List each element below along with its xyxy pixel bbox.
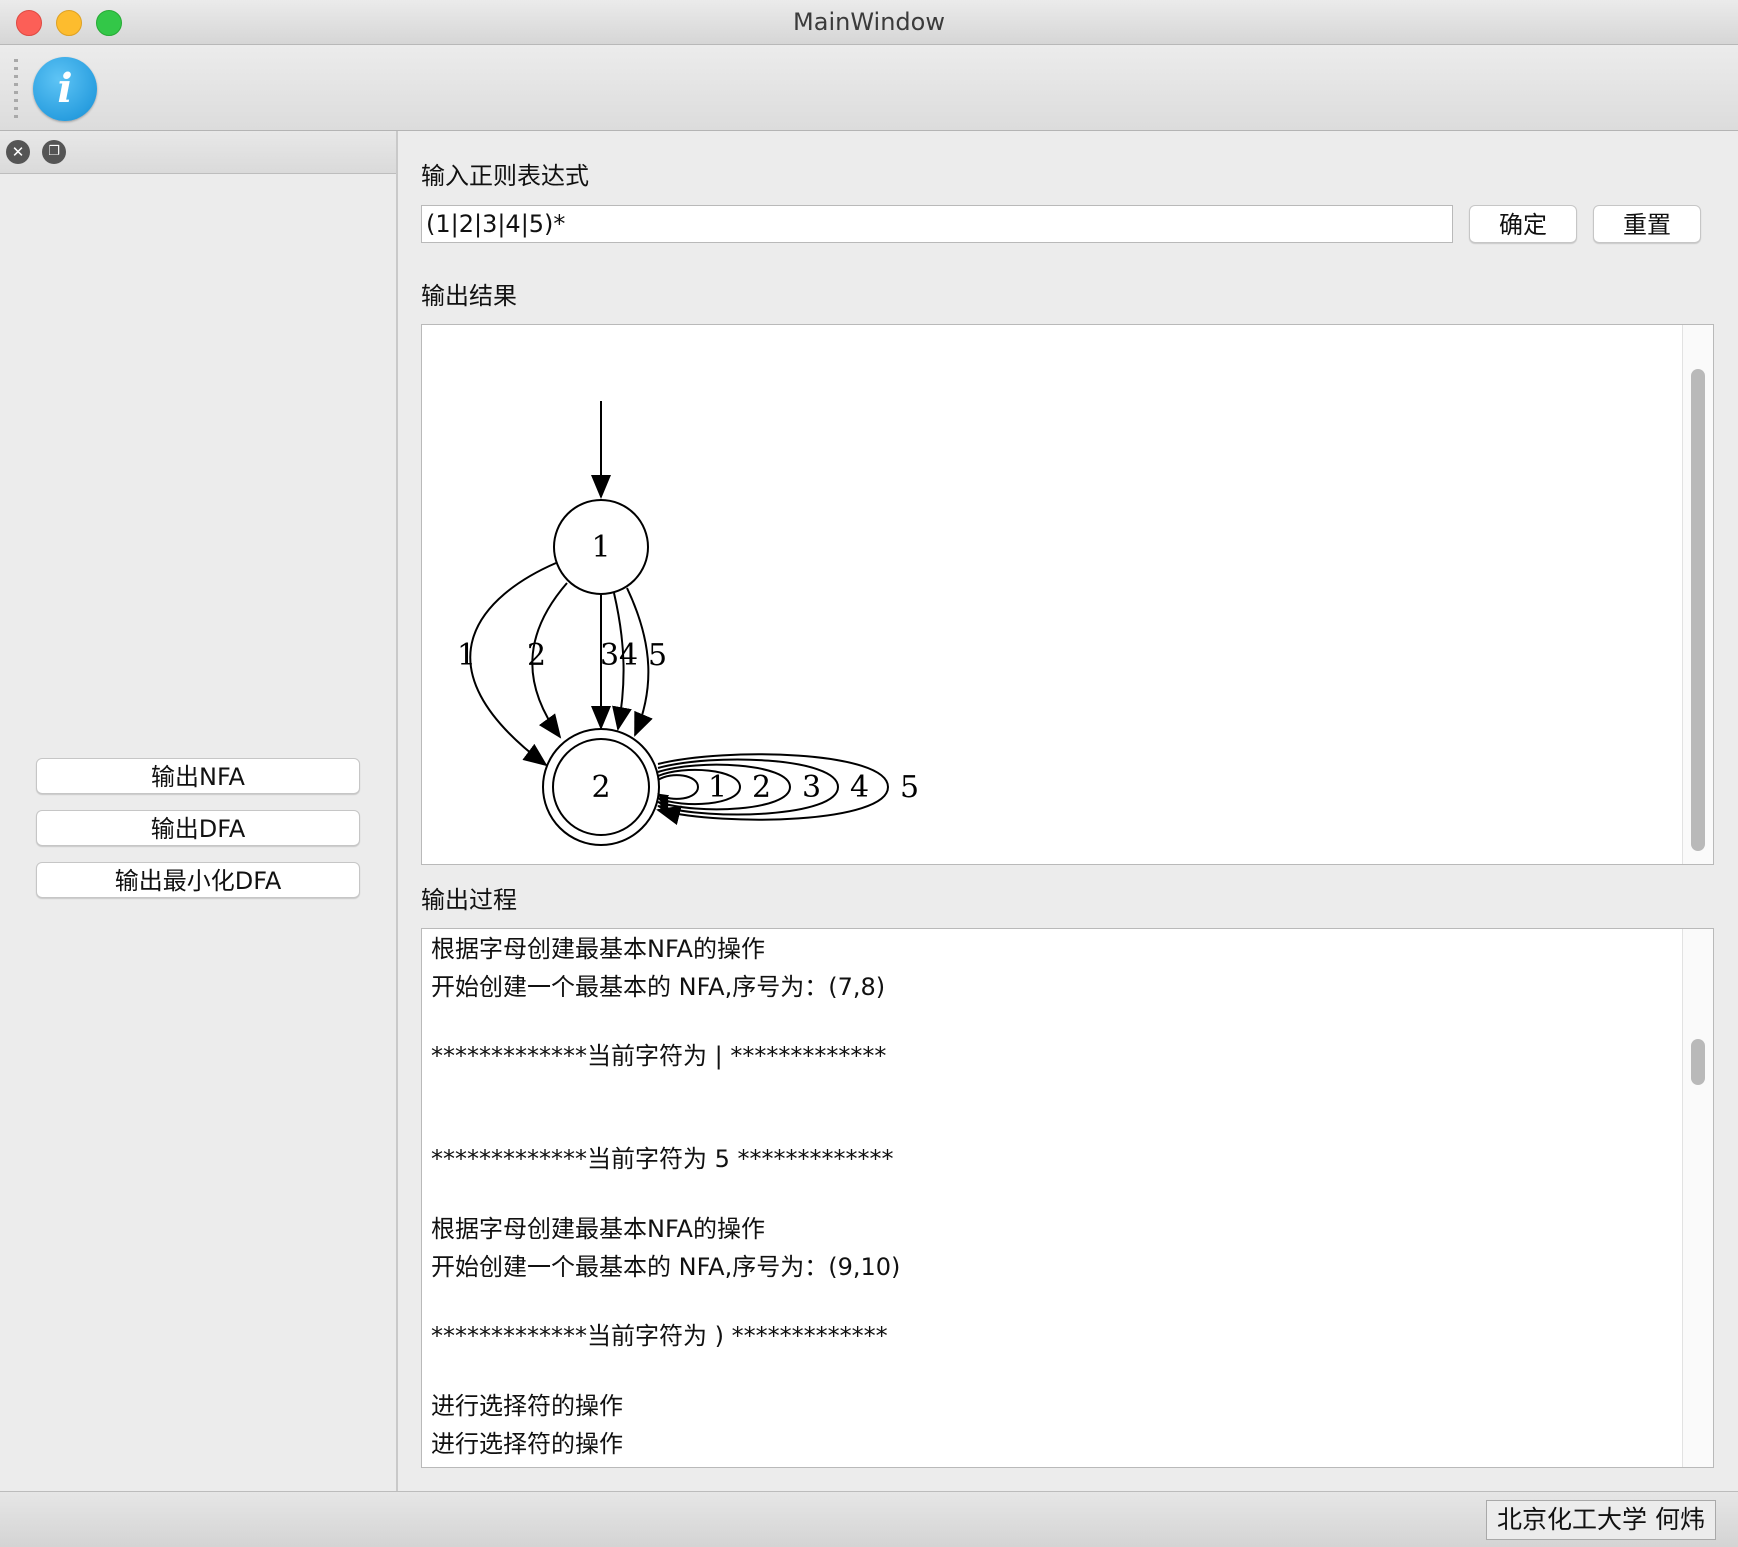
log-line: 进行选择符的操作 (431, 1392, 623, 1420)
info-icon: i (57, 65, 73, 112)
info-button[interactable]: i (33, 57, 97, 121)
state-label: 2 (591, 770, 610, 805)
process-log-panel: 根据字母创建最基本NFA的操作 开始创建一个最基本的 NFA,序号为：(7,8)… (421, 928, 1714, 1468)
edge-label: 3 (600, 638, 619, 673)
scroll-thumb[interactable] (1691, 1039, 1705, 1085)
dock-close-icon[interactable]: ✕ (6, 140, 30, 164)
window-title: MainWindow (793, 8, 945, 36)
edge-label: 2 (527, 638, 546, 673)
edge-label: 1 (708, 770, 727, 805)
scroll-thumb[interactable] (1691, 369, 1705, 851)
edge-label: 3 (802, 770, 821, 805)
result-label: 输出结果 (421, 282, 517, 310)
log-line: *************当前字符为 5 ************* (431, 1145, 894, 1173)
edge-label: 5 (900, 770, 919, 805)
regex-input[interactable] (421, 205, 1453, 243)
toolbar-grip-handle[interactable] (14, 59, 18, 119)
output-min-dfa-button[interactable]: 输出最小化DFA (36, 862, 360, 898)
reset-button[interactable]: 重置 (1593, 205, 1701, 243)
left-dock-panel: ✕ ❐ 输出NFA 输出DFA 输出最小化DFA (0, 131, 398, 1491)
log-line: 开始创建一个最基本的 NFA,序号为：(7,8) (431, 973, 886, 1001)
log-line: 开始创建一个最基本的 NFA,序号为：(9,10) (431, 1253, 901, 1281)
edge-label: 5 (648, 638, 667, 673)
result-graph-panel: 1 2 1 2 3 4 5 1 2 3 4 5 (421, 324, 1714, 865)
title-bar: MainWindow (0, 0, 1738, 45)
accept-state-node: 2 (542, 728, 660, 846)
log-line: 根据字母创建最基本NFA的操作 (431, 935, 765, 963)
edge-label: 4 (850, 770, 869, 805)
status-author-label: 北京化工大学 何炜 (1486, 1500, 1716, 1540)
state-label: 1 (591, 530, 610, 565)
dock-title-bar: ✕ ❐ (0, 131, 396, 174)
status-bar: 北京化工大学 何炜 (0, 1491, 1738, 1547)
result-scrollbar[interactable] (1682, 325, 1713, 864)
dock-float-icon[interactable]: ❐ (42, 140, 66, 164)
log-line: *************当前字符为 | ************* (431, 1042, 887, 1070)
output-nfa-button[interactable]: 输出NFA (36, 758, 360, 794)
log-line: 进行选择符的操作 (431, 1430, 623, 1458)
log-line: *************当前字符为 ) ************* (431, 1322, 888, 1350)
self-loop-edge (657, 774, 700, 804)
process-scrollbar[interactable] (1682, 929, 1713, 1467)
regex-input-label: 输入正则表达式 (421, 162, 589, 190)
toolbar: i (0, 45, 1738, 131)
edge-label: 4 (619, 638, 638, 673)
process-label: 输出过程 (421, 886, 517, 914)
log-line: 根据字母创建最基本NFA的操作 (431, 1215, 765, 1243)
edge-label: 2 (752, 770, 771, 805)
output-dfa-button[interactable]: 输出DFA (36, 810, 360, 846)
state-node: 1 (553, 499, 649, 595)
edge-label: 1 (457, 638, 476, 673)
confirm-button[interactable]: 确定 (1469, 205, 1577, 243)
automaton-graph: 1 2 1 2 3 4 5 1 2 3 4 5 (457, 401, 919, 846)
